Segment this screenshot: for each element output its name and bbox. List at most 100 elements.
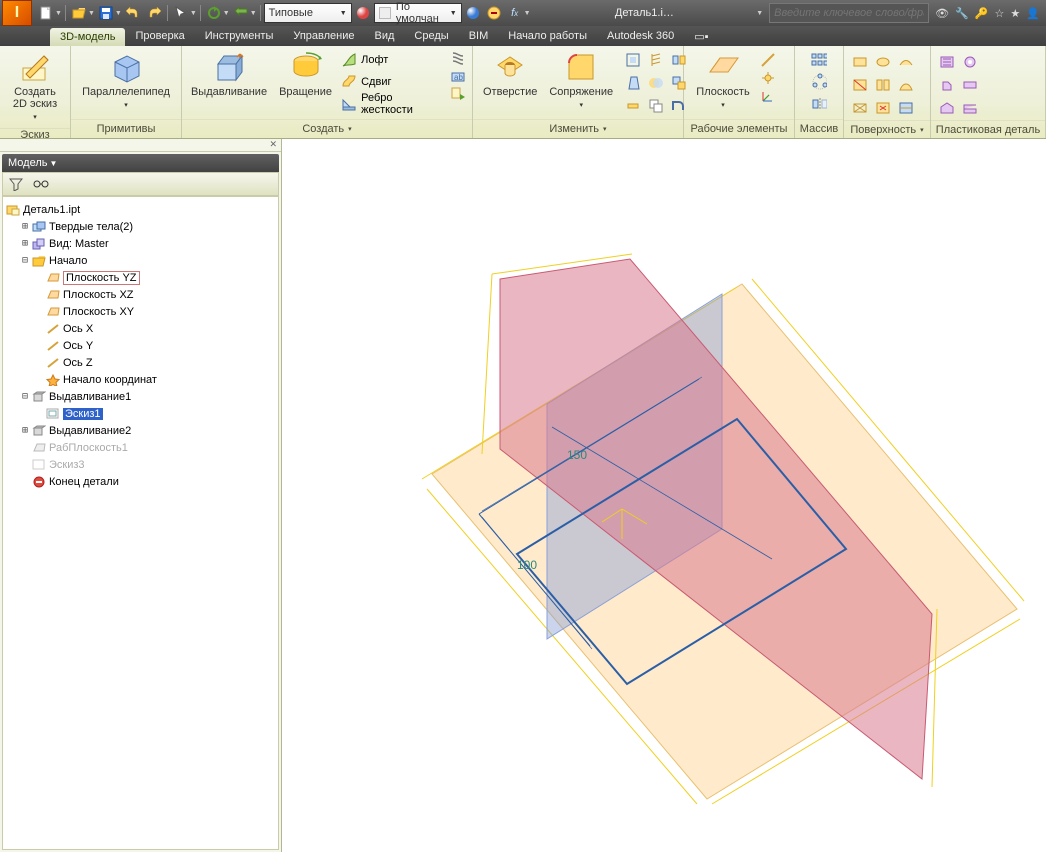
- find-icon[interactable]: [33, 178, 49, 190]
- work-plane-button[interactable]: Плоскость▾: [690, 48, 756, 114]
- appearance-dropdown[interactable]: По умолчан▼: [374, 3, 462, 23]
- box-primitive-button[interactable]: Параллелепипед▾: [77, 48, 175, 114]
- surface-trim-icon[interactable]: [850, 75, 870, 95]
- undo-icon[interactable]: [123, 3, 143, 23]
- emboss-icon[interactable]: ab: [450, 68, 466, 84]
- update-icon[interactable]: [204, 3, 224, 23]
- surface-sculpt-icon[interactable]: [896, 75, 916, 95]
- coil-icon[interactable]: [450, 50, 466, 66]
- new-icon[interactable]: [36, 3, 56, 23]
- circular-pattern-icon[interactable]: [811, 74, 827, 90]
- open-icon[interactable]: [69, 3, 89, 23]
- tree-axis-x[interactable]: Ось X: [5, 320, 276, 337]
- tree-plane-yz[interactable]: Плоскость YZ: [5, 269, 276, 286]
- fillet-button[interactable]: Сопряжение▾: [545, 48, 617, 114]
- create-2d-sketch-button[interactable]: Создать 2D эскиз ▾: [6, 48, 64, 126]
- select-icon[interactable]: [171, 3, 191, 23]
- hole-button[interactable]: Отверстие: [479, 48, 541, 100]
- tab-tools[interactable]: Инструменты: [195, 26, 284, 46]
- tree-view[interactable]: ⊞Вид: Master: [5, 235, 276, 252]
- draft-icon[interactable]: [623, 73, 643, 93]
- redo-icon[interactable]: [144, 3, 164, 23]
- panel-pattern-title: Массив: [795, 119, 843, 138]
- plastic-boss-icon[interactable]: [960, 52, 980, 72]
- tree-sketch3[interactable]: Эскиз3: [5, 456, 276, 473]
- plastic-rule-icon[interactable]: [960, 75, 980, 95]
- sweep-button[interactable]: Сдвиг: [341, 72, 442, 92]
- work-axis-icon[interactable]: [760, 52, 776, 68]
- user-icon[interactable]: 👤: [1026, 7, 1040, 20]
- tab-manage[interactable]: Управление: [283, 26, 364, 46]
- tree-sketch1[interactable]: Эскиз1: [5, 405, 276, 422]
- thicken-icon[interactable]: [623, 96, 643, 116]
- mirror-icon[interactable]: [811, 96, 827, 112]
- tree-axis-y[interactable]: Ось Y: [5, 337, 276, 354]
- surface-replace-face-icon[interactable]: [896, 98, 916, 118]
- tree-axis-z[interactable]: Ось Z: [5, 354, 276, 371]
- tree-end-of-part[interactable]: Конец детали: [5, 473, 276, 490]
- tree-root[interactable]: Деталь1.ipt: [5, 201, 276, 218]
- derive-icon[interactable]: [450, 86, 466, 102]
- tree-plane-xy[interactable]: Плоскость XY: [5, 303, 276, 320]
- 3d-viewport[interactable]: 150 100: [282, 139, 1046, 852]
- favorite-icon[interactable]: ★: [1010, 7, 1020, 20]
- combine-icon[interactable]: [646, 73, 666, 93]
- thread-icon[interactable]: [646, 50, 666, 70]
- star-icon[interactable]: ☆: [995, 7, 1005, 20]
- tree-plane-xz[interactable]: Плоскость XZ: [5, 286, 276, 303]
- shell-icon[interactable]: [623, 50, 643, 70]
- tree-solids[interactable]: ⊞Твердые тела(2): [5, 218, 276, 235]
- tree-origin[interactable]: ⊟Начало: [5, 252, 276, 269]
- work-point-icon[interactable]: [760, 70, 776, 86]
- tree-extrude2[interactable]: ⊞Выдавливание2: [5, 422, 276, 439]
- filter-icon[interactable]: [9, 177, 23, 191]
- model-tree[interactable]: Деталь1.ipt ⊞Твердые тела(2) ⊞Вид: Maste…: [2, 196, 279, 850]
- loft-button[interactable]: Лофт: [341, 50, 442, 70]
- plastic-grill-icon[interactable]: [937, 52, 957, 72]
- app-logo[interactable]: [2, 0, 32, 26]
- tree-extrude1[interactable]: ⊟Выдавливание1: [5, 388, 276, 405]
- material-dropdown[interactable]: Типовые▼: [264, 3, 352, 23]
- color-sphere-icon[interactable]: [463, 3, 483, 23]
- help-search-input[interactable]: [769, 3, 929, 23]
- panel-modify-title[interactable]: Изменить▾: [473, 119, 683, 138]
- surface-stitch-icon[interactable]: [873, 75, 893, 95]
- rectangular-pattern-icon[interactable]: [811, 52, 827, 68]
- tab-environments[interactable]: Среды: [404, 26, 458, 46]
- title-bar: ▼ ▼ ▼ ▼ ▼ ▼ Типовые▼ По умолчан▼ fx▼ Дет…: [0, 0, 1046, 26]
- tab-extra-icon[interactable]: ▭▪: [684, 26, 718, 46]
- panel-surface-title[interactable]: Поверхность▾: [844, 120, 930, 138]
- extrude-button[interactable]: Выдавливание: [188, 48, 270, 100]
- surface-extrude-icon[interactable]: [850, 52, 870, 72]
- binoculars-icon[interactable]: 👁: [935, 7, 949, 20]
- clear-appearance-icon[interactable]: [484, 3, 504, 23]
- surface-delete-face-icon[interactable]: [873, 98, 893, 118]
- surface-ruled-icon[interactable]: [850, 98, 870, 118]
- rib-button[interactable]: Ребро жесткости: [341, 94, 442, 114]
- tab-autodesk360[interactable]: Autodesk 360: [597, 26, 684, 46]
- plastic-lip-icon[interactable]: [960, 98, 980, 118]
- return-icon[interactable]: [231, 3, 251, 23]
- tab-inspect[interactable]: Проверка: [125, 26, 194, 46]
- surface-patch-icon[interactable]: [896, 52, 916, 72]
- surface-revolve-icon[interactable]: [873, 52, 893, 72]
- copy-object-icon[interactable]: [646, 96, 666, 116]
- browser-header[interactable]: Модель ▼: [2, 154, 279, 172]
- tree-workplane1[interactable]: РабПлоскость1: [5, 439, 276, 456]
- tab-3d-model[interactable]: 3D-модель: [50, 28, 125, 46]
- plastic-rest-icon[interactable]: [937, 98, 957, 118]
- ucs-icon[interactable]: [760, 88, 776, 104]
- save-icon[interactable]: [96, 3, 116, 23]
- tab-view[interactable]: Вид: [365, 26, 405, 46]
- appearance-sphere-icon[interactable]: [353, 3, 373, 23]
- fx-icon[interactable]: fx: [505, 3, 525, 23]
- tab-get-started[interactable]: Начало работы: [498, 26, 597, 46]
- panel-create-title[interactable]: Создать▾: [182, 119, 472, 138]
- tree-origin-point[interactable]: Начало координат: [5, 371, 276, 388]
- key-icon[interactable]: 🔑: [975, 7, 989, 20]
- revolve-button[interactable]: Вращение: [274, 48, 337, 100]
- tab-bim[interactable]: BIM: [459, 26, 499, 46]
- plastic-snap-icon[interactable]: [937, 75, 957, 95]
- wrench-icon[interactable]: 🔧: [955, 7, 969, 20]
- panel-close-icon[interactable]: ✕: [0, 139, 281, 152]
